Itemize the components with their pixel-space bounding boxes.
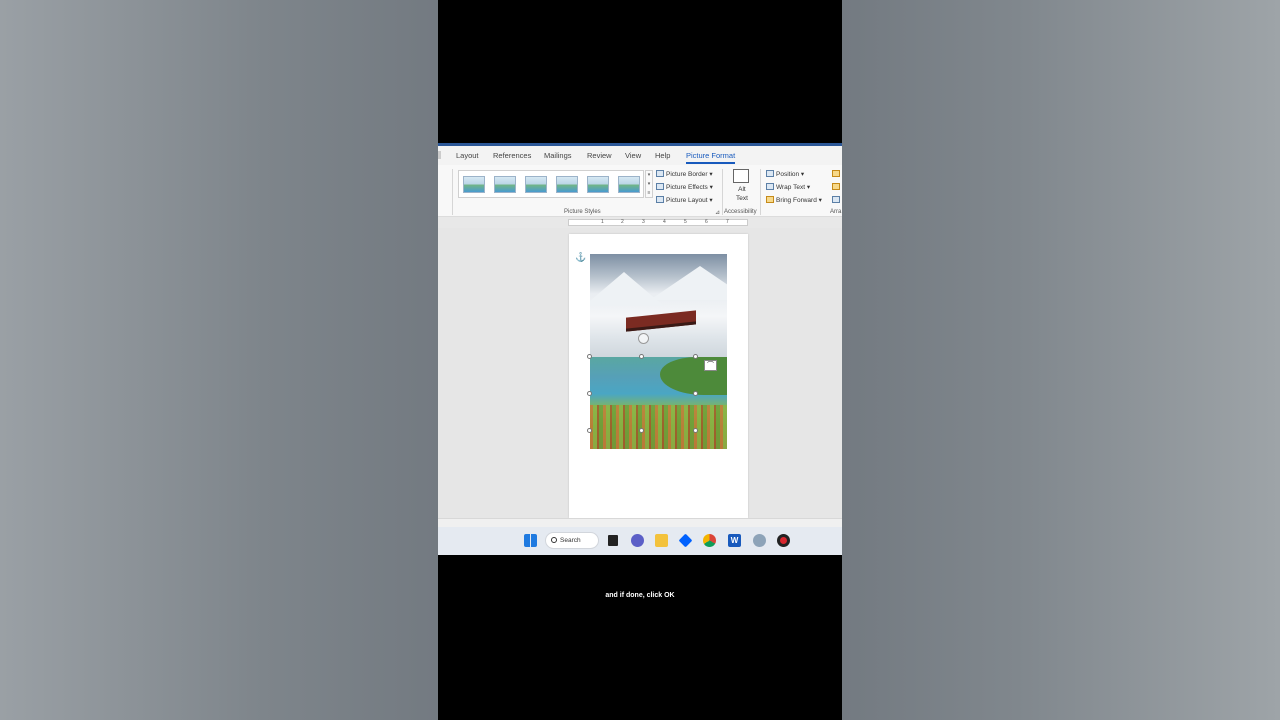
rotate-handle-icon[interactable]	[638, 333, 649, 344]
picture-style-thumb[interactable]	[618, 176, 640, 193]
train-shape	[626, 310, 696, 332]
teams-chat-icon[interactable]	[631, 534, 644, 547]
picture-styles-gallery[interactable]	[458, 170, 644, 198]
anchor-icon[interactable]: ⚓	[575, 252, 586, 263]
alt-text-button[interactable]: Alt Text	[736, 185, 748, 203]
alt-text-label-1: Alt	[738, 186, 746, 193]
picture-effects-icon	[656, 183, 664, 190]
word-window: Layout References Mailings Review View H…	[438, 143, 842, 555]
picture-layout-button[interactable]: Picture Layout ▾	[656, 196, 713, 204]
layout-options-icon[interactable]: ⌒	[704, 360, 717, 371]
ruler-number: 7	[726, 219, 729, 225]
tab-review[interactable]: Review	[587, 151, 612, 160]
picture-effects-label: Picture Effects	[666, 184, 708, 191]
position-button[interactable]: Position ▾	[766, 170, 804, 178]
bring-forward-label: Bring Forward	[776, 197, 817, 204]
resize-handle[interactable]	[693, 391, 698, 396]
record-icon[interactable]	[777, 534, 790, 547]
horizontal-ruler[interactable]: 1 2 3 4 5 6 7	[568, 219, 748, 226]
bring-forward-button[interactable]: Bring Forward ▾	[766, 196, 822, 204]
word-icon[interactable]: W	[728, 534, 741, 547]
ribbon-picture-format: ▾ ▾ ≡ Picture Border ▾ Picture Effects ▾ P…	[438, 165, 842, 217]
tab-help[interactable]: Help	[655, 151, 670, 160]
chrome-icon[interactable]	[703, 534, 716, 547]
wrap-text-icon	[766, 183, 774, 190]
picture-style-thumb[interactable]	[525, 176, 547, 193]
tab-view[interactable]: View	[625, 151, 641, 160]
picture-style-thumb[interactable]	[494, 176, 516, 193]
picture-border-label: Picture Border	[666, 171, 708, 178]
group-icon[interactable]	[832, 183, 842, 191]
ribbon-tabs: Layout References Mailings Review View H…	[438, 146, 842, 165]
ruler-number: 2	[621, 219, 624, 225]
picture-style-thumb[interactable]	[556, 176, 578, 193]
resize-handle[interactable]	[639, 428, 644, 433]
bring-forward-icon	[766, 196, 774, 203]
accessibility-group-label: Accessibility	[724, 209, 757, 215]
task-view-icon[interactable]	[608, 535, 618, 546]
video-frame: Layout References Mailings Review View H…	[438, 0, 842, 720]
resize-handle[interactable]	[587, 428, 592, 433]
dialog-launcher-icon[interactable]: ⊿	[715, 209, 720, 216]
resize-handle[interactable]	[639, 354, 644, 359]
gallery-more-button[interactable]: ▾ ▾ ≡	[645, 170, 653, 198]
search-label: Search	[560, 537, 581, 544]
picture-styles-group-label: Picture Styles	[564, 209, 601, 215]
picture-border-button[interactable]: Picture Border ▾	[656, 170, 713, 178]
taskbar-search[interactable]: Search	[545, 532, 599, 549]
blurred-background-right	[842, 0, 1280, 720]
picture-layout-icon	[656, 196, 664, 203]
settings-icon[interactable]	[753, 534, 766, 547]
snowy-train-image[interactable]	[590, 254, 727, 358]
resize-handle[interactable]	[587, 354, 592, 359]
resize-handle[interactable]	[693, 428, 698, 433]
ruler-number: 6	[705, 219, 708, 225]
tab-picture-format[interactable]: Picture Format	[686, 151, 736, 164]
document-canvas: ⚓ ⌒	[438, 228, 842, 518]
resize-handle[interactable]	[693, 354, 698, 359]
blurred-background-left	[0, 0, 438, 720]
ruler-number: 1	[601, 219, 604, 225]
document-page[interactable]: ⚓ ⌒	[569, 234, 748, 518]
picture-effects-button[interactable]: Picture Effects ▾	[656, 183, 713, 191]
search-icon	[551, 537, 557, 543]
tab-mailings[interactable]: Mailings	[544, 151, 572, 160]
resize-handle[interactable]	[587, 391, 592, 396]
tab-references[interactable]: References	[493, 151, 531, 160]
ruler-number: 5	[684, 219, 687, 225]
alt-text-icon[interactable]	[733, 169, 749, 183]
picture-layout-label: Picture Layout	[666, 197, 708, 204]
windows-taskbar: Search W	[438, 527, 842, 555]
ribbon-separator	[760, 169, 761, 215]
ribbon-separator	[452, 169, 453, 215]
align-icon[interactable]	[832, 170, 842, 178]
tab-layout[interactable]: Layout	[456, 151, 479, 160]
file-explorer-icon[interactable]	[655, 534, 668, 547]
ribbon-separator	[722, 169, 723, 215]
tab-clip	[438, 151, 441, 159]
arrange-group-label: Arra	[830, 209, 842, 215]
alt-text-label-2: Text	[736, 195, 748, 202]
wrap-text-button[interactable]: Wrap Text ▾	[766, 183, 810, 191]
status-bar	[438, 518, 842, 527]
picture-style-thumb[interactable]	[463, 176, 485, 193]
rotate-icon[interactable]	[832, 196, 842, 204]
ruler-number: 4	[663, 219, 666, 225]
picture-border-icon	[656, 170, 664, 177]
video-caption: and if done, click OK	[605, 592, 675, 599]
mountain-shape	[650, 266, 727, 300]
windows-start-icon[interactable]	[524, 534, 537, 547]
position-icon	[766, 170, 774, 177]
wrap-text-label: Wrap Text	[776, 184, 806, 191]
picture-style-thumb[interactable]	[587, 176, 609, 193]
ruler-number: 3	[642, 219, 645, 225]
position-label: Position	[776, 171, 800, 178]
dropbox-icon[interactable]	[678, 533, 693, 548]
village-texture	[590, 405, 727, 449]
